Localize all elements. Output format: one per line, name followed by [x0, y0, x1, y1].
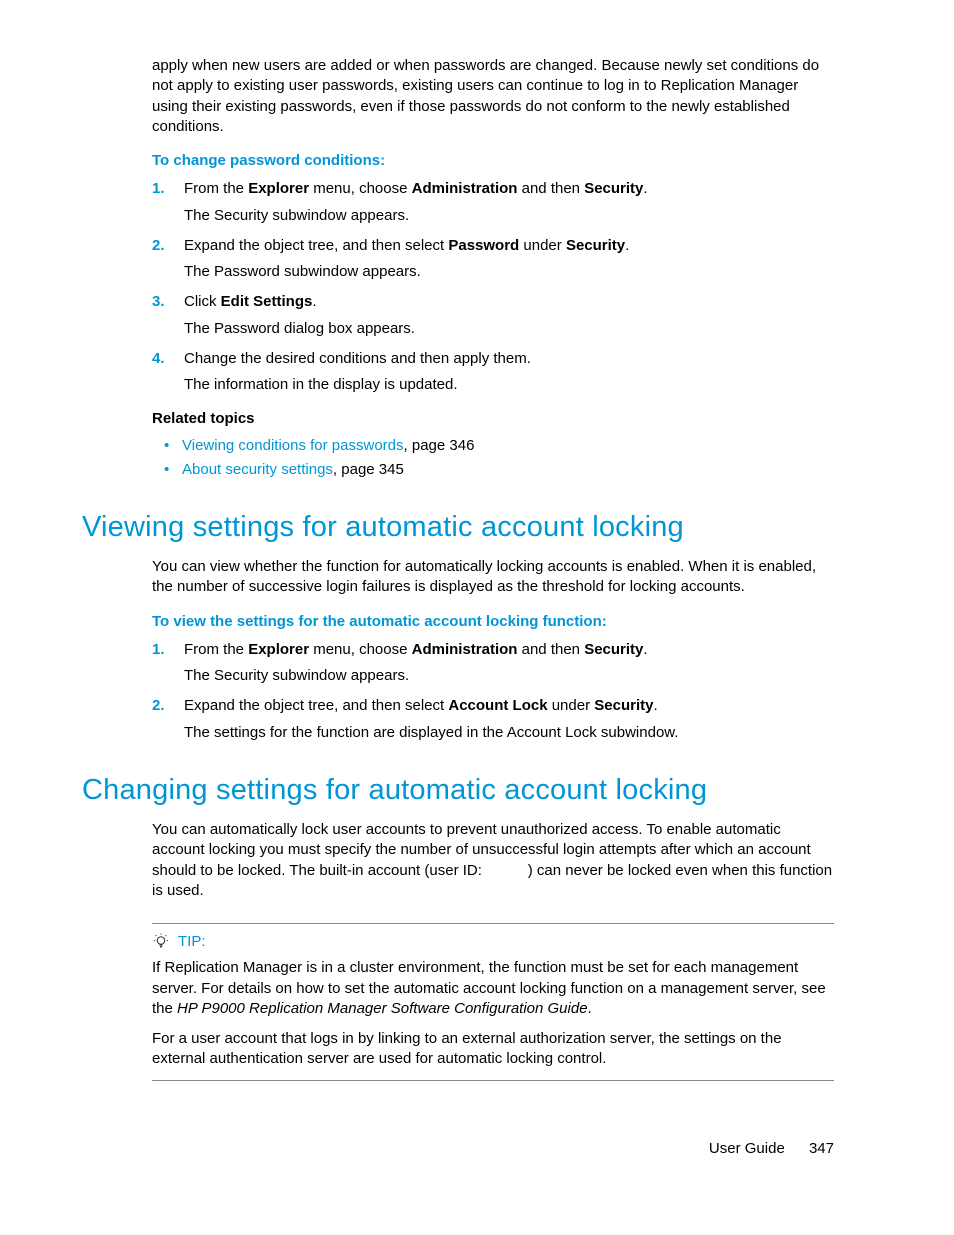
procedure-steps: From the Explorer menu, choose Administr… [152, 640, 834, 743]
tip-block: TIP: If Replication Manager is in a clus… [152, 923, 834, 1081]
footer-label: User Guide [709, 1140, 785, 1157]
procedure-steps: From the Explorer menu, choose Administr… [152, 179, 834, 395]
section-heading-changing: Changing settings for automatic account … [82, 771, 834, 810]
tip-header: TIP: [152, 932, 834, 952]
divider [152, 923, 834, 924]
tip-label: TIP: [178, 932, 206, 952]
viewing-intro: You can view whether the function for au… [152, 557, 834, 598]
page-number: 347 [809, 1140, 834, 1157]
step-sub: The Password dialog box appears. [184, 319, 834, 339]
section-heading-viewing: Viewing settings for automatic account l… [82, 508, 834, 547]
step: Click Edit Settings. The Password dialog… [152, 292, 834, 339]
step: Change the desired conditions and then a… [152, 349, 834, 396]
list-item: Viewing conditions for passwords, page 3… [152, 436, 834, 456]
changing-intro: You can automatically lock user accounts… [152, 820, 834, 901]
step-sub: The Security subwindow appears. [184, 206, 834, 226]
step-sub: The Security subwindow appears. [184, 666, 834, 686]
viewing-block: You can view whether the function for au… [152, 557, 834, 743]
procedure-heading: To view the settings for the automatic a… [152, 612, 834, 632]
tip-paragraph: For a user account that logs in by linki… [152, 1029, 834, 1070]
related-link[interactable]: Viewing conditions for passwords [182, 437, 404, 454]
page: apply when new users are added or when p… [0, 0, 954, 1235]
related-topics-list: Viewing conditions for passwords, page 3… [152, 436, 834, 481]
step-sub: The settings for the function are displa… [184, 723, 834, 743]
procedure-heading: To change password conditions: [152, 151, 834, 171]
lightbulb-icon [152, 933, 170, 951]
divider [152, 1080, 834, 1081]
related-topics-heading: Related topics [152, 409, 834, 429]
related-link[interactable]: About security settings [182, 461, 333, 478]
step: From the Explorer menu, choose Administr… [152, 179, 834, 226]
step: From the Explorer menu, choose Administr… [152, 640, 834, 687]
list-item: About security settings, page 345 [152, 460, 834, 480]
intro-block: apply when new users are added or when p… [152, 56, 834, 480]
tip-paragraph: If Replication Manager is in a cluster e… [152, 958, 834, 1019]
step: Expand the object tree, and then select … [152, 696, 834, 743]
changing-block: You can automatically lock user accounts… [152, 820, 834, 901]
step: Expand the object tree, and then select … [152, 236, 834, 283]
page-footer: User Guide 347 [709, 1139, 834, 1159]
intro-paragraph: apply when new users are added or when p… [152, 56, 834, 137]
step-sub: The information in the display is update… [184, 375, 834, 395]
step-sub: The Password subwindow appears. [184, 262, 834, 282]
